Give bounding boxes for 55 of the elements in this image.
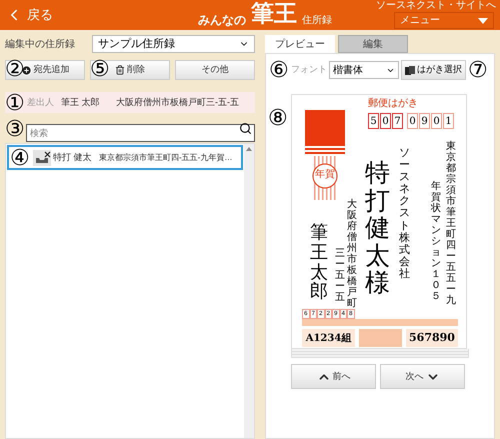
postal-label: 郵便はがき [368,99,418,109]
address-book-select[interactable]: サンプル住所録 [92,35,255,53]
sender-label: 差出人 [27,96,55,109]
callout-number: ⑦ [468,59,488,81]
tray-icon [33,150,51,166]
sender-name: 筆王 太郎 [61,96,101,109]
app-logo: みんなの 筆王 住所録 [198,1,332,29]
contact-name: 特打 健太 [53,150,93,164]
cards-icon [405,66,415,74]
trash-icon [115,65,125,75]
stamp-text: 年賀 [315,170,335,180]
callout-number: ④ [10,146,30,168]
callout-number: ③ [5,118,25,140]
postal-code-digit: 7 [392,113,403,129]
scrollbar[interactable] [244,144,254,438]
sender-address: 大阪府僧州市板橋戸町三-五-五 [116,96,239,109]
recipient-name: 特打健太様 [365,159,390,296]
lottery-blank [359,329,402,347]
site-link[interactable]: ソースネクスト・サイトへ [376,0,496,11]
toolbar-button[interactable]: その他 [175,60,255,80]
postal-code-digit: 1 [443,113,454,129]
address-book-label: 編集中の住所録 [5,38,75,52]
lottery-number: 567890 [406,329,458,347]
sender-address: 三ー五ー五 [335,248,345,303]
sender-name: 筆王太郎 [310,223,328,302]
postal-code-digit: 9 [419,113,430,129]
recipient-address: 東京都宗須市筆王町四ー五五ー九 [446,141,456,306]
triangle-down-icon [478,18,488,24]
sender-address: 大阪府僧州市板橋戸町 [347,199,357,309]
nav-button[interactable]: 前へ [291,364,376,389]
tab[interactable]: 編集 [338,35,408,53]
recipient-address: 年賀状マンション１０５ [431,181,441,302]
address-list-item[interactable]: ④ 特打 健太 東京都宗須市筆王町四-五五-九年賀… [7,145,243,170]
callout-number: ⑧ [268,107,288,129]
contact-address: 東京都宗須市筆王町四-五五-九年賀… [99,152,232,164]
search-icon [239,122,252,135]
postal-code-digit: 0 [407,113,418,129]
lottery-group: A1234組 [302,329,355,347]
callout-number: ② [5,58,25,80]
company-name: ソースネクスト株式会社 [399,147,410,280]
font-label: フォント [291,63,327,76]
card-select-button[interactable]: はがき選択 [401,60,466,80]
postal-code-digit: 5 [368,113,379,129]
back-button[interactable]: 戻る [5,5,53,25]
callout-number: ① [5,92,25,114]
callout-number: ⑤ [90,58,110,80]
font-select[interactable]: 楷書体 [329,61,399,79]
postal-code-digit: 0 [431,113,442,129]
postal-code-digit: 0 [380,113,391,129]
scroll-up-icon [246,147,252,151]
tab[interactable]: プレビュー [265,35,335,53]
menu-dropdown[interactable]: メニュー [394,12,494,29]
nav-button[interactable]: 次へ [380,364,465,389]
search-field[interactable]: 検索 [26,124,255,142]
callout-number: ⑥ [269,59,289,81]
